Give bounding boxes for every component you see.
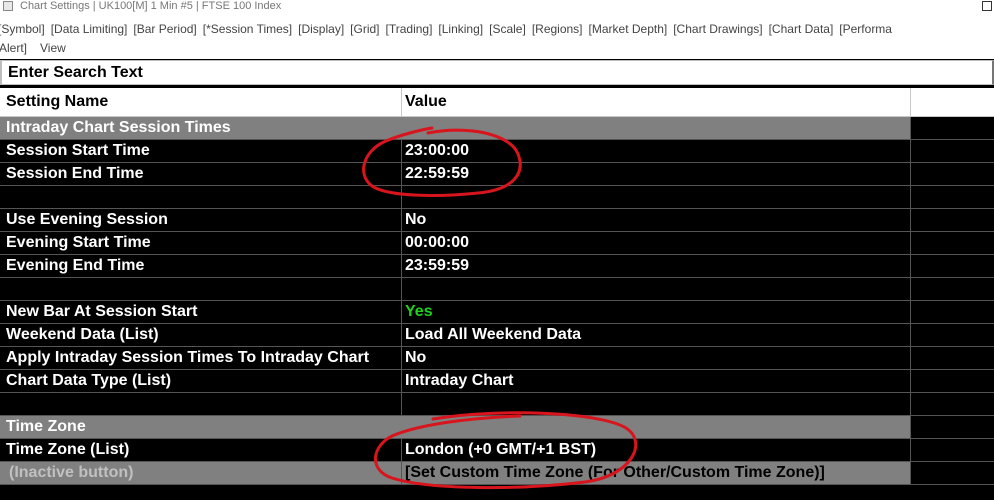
- row-spacer: [911, 278, 994, 301]
- setting-name: Time Zone (List): [0, 439, 402, 462]
- tab-bar-period[interactable]: [Bar Period]: [133, 19, 196, 39]
- table-row[interactable]: Evening Start Time 00:00:00: [0, 232, 994, 255]
- tab-data-limiting[interactable]: [Data Limiting]: [51, 19, 128, 39]
- blank-row: [0, 186, 994, 209]
- section-value: [402, 117, 911, 140]
- tab-alert[interactable]: Alert]: [0, 38, 27, 58]
- setting-value[interactable]: Load All Weekend Data: [402, 324, 911, 347]
- table-row[interactable]: Use Evening Session No: [0, 209, 994, 232]
- set-custom-time-zone-button[interactable]: [Set Custom Time Zone (For Other/Custom …: [402, 462, 911, 485]
- app-icon: [3, 1, 13, 11]
- settings-tab-bar: [Symbol] [Data Limiting] [Bar Period] [*Ses…: [0, 16, 994, 59]
- maximize-icon[interactable]: [982, 1, 992, 11]
- table-row[interactable]: Session End Time 22:59:59: [0, 163, 994, 186]
- setting-value[interactable]: 23:59:59: [402, 255, 911, 278]
- section-title: Time Zone: [0, 416, 402, 439]
- section-row: Intraday Chart Session Times: [0, 117, 994, 140]
- setting-value[interactable]: 22:59:59: [402, 163, 911, 186]
- column-header-setting-name[interactable]: Setting Name: [0, 88, 402, 117]
- setting-name: [0, 186, 402, 209]
- blank-row: [0, 393, 994, 416]
- row-spacer: [911, 209, 994, 232]
- tab-linking[interactable]: [Linking]: [438, 19, 483, 39]
- setting-value[interactable]: No: [402, 347, 911, 370]
- setting-name: Weekend Data (List): [0, 324, 402, 347]
- setting-name: New Bar At Session Start: [0, 301, 402, 324]
- row-spacer: [911, 324, 994, 347]
- row-spacer: [911, 416, 994, 439]
- tab-row-2: Alert] View: [0, 38, 79, 58]
- tab-session-times[interactable]: [*Session Times]: [203, 19, 292, 39]
- setting-name: Chart Data Type (List): [0, 370, 402, 393]
- tab-chart-drawings[interactable]: [Chart Drawings]: [673, 19, 762, 39]
- setting-value[interactable]: No: [402, 209, 911, 232]
- setting-value[interactable]: 00:00:00: [402, 232, 911, 255]
- row-spacer: [911, 393, 994, 416]
- tab-chart-data[interactable]: [Chart Data]: [769, 19, 834, 39]
- table-row[interactable]: Apply Intraday Session Times To Intraday…: [0, 347, 994, 370]
- section-row: Time Zone: [0, 416, 994, 439]
- setting-value[interactable]: London (+0 GMT/+1 BST): [402, 439, 911, 462]
- tab-market-depth[interactable]: [Market Depth]: [589, 19, 668, 39]
- tab-performance[interactable]: [Performa: [839, 19, 892, 39]
- table-row[interactable]: New Bar At Session Start Yes: [0, 301, 994, 324]
- setting-name: Apply Intraday Session Times To Intraday…: [0, 347, 402, 370]
- setting-value[interactable]: Yes: [402, 301, 911, 324]
- blank-row: [0, 278, 994, 301]
- section-title: Intraday Chart Session Times: [0, 117, 402, 140]
- tab-scale[interactable]: [Scale]: [489, 19, 526, 39]
- settings-grid: Setting Name Value Intraday Chart Sessio…: [0, 88, 994, 485]
- setting-value[interactable]: Intraday Chart: [402, 370, 911, 393]
- table-row[interactable]: Chart Data Type (List) Intraday Chart: [0, 370, 994, 393]
- inactive-button-row[interactable]: (Inactive button) [Set Custom Time Zone …: [0, 462, 994, 485]
- setting-name: Evening End Time: [0, 255, 402, 278]
- tab-grid[interactable]: [Grid]: [350, 19, 379, 39]
- search-input[interactable]: [0, 60, 994, 85]
- setting-name: [0, 278, 402, 301]
- setting-name: (Inactive button): [0, 462, 402, 485]
- tab-display[interactable]: [Display]: [298, 19, 344, 39]
- row-spacer: [911, 232, 994, 255]
- setting-name: Session End Time: [0, 163, 402, 186]
- table-row[interactable]: Session Start Time 23:00:00: [0, 140, 994, 163]
- row-spacer: [911, 347, 994, 370]
- section-value: [402, 416, 911, 439]
- tab-symbol[interactable]: [Symbol]: [0, 19, 45, 39]
- window-title-bar: Chart Settings | UK100[M] 1 Min #5 | FTS…: [0, 0, 994, 16]
- setting-name: Use Evening Session: [0, 209, 402, 232]
- setting-name: Session Start Time: [0, 140, 402, 163]
- tab-row-1: [Symbol] [Data Limiting] [Bar Period] [*Ses…: [0, 19, 898, 39]
- row-spacer: [911, 462, 994, 485]
- table-row[interactable]: Time Zone (List) London (+0 GMT/+1 BST): [0, 439, 994, 462]
- row-spacer: [911, 117, 994, 140]
- setting-name: [0, 393, 402, 416]
- setting-value: [402, 186, 911, 209]
- window-title: Chart Settings | UK100[M] 1 Min #5 | FTS…: [20, 0, 282, 12]
- setting-value[interactable]: 23:00:00: [402, 140, 911, 163]
- tab-trading[interactable]: [Trading]: [386, 19, 433, 39]
- row-spacer: [911, 301, 994, 324]
- column-header-spacer: [911, 88, 994, 117]
- row-spacer: [911, 140, 994, 163]
- setting-name: Evening Start Time: [0, 232, 402, 255]
- row-spacer: [911, 439, 994, 462]
- row-spacer: [911, 163, 994, 186]
- row-spacer: [911, 370, 994, 393]
- row-spacer: [911, 255, 994, 278]
- tab-regions[interactable]: [Regions]: [532, 19, 583, 39]
- setting-value: [402, 278, 911, 301]
- setting-value: [402, 393, 911, 416]
- table-row[interactable]: Weekend Data (List) Load All Weekend Dat…: [0, 324, 994, 347]
- grid-header: Setting Name Value: [0, 88, 994, 117]
- tab-view[interactable]: View: [40, 38, 66, 58]
- table-row[interactable]: Evening End Time 23:59:59: [0, 255, 994, 278]
- row-spacer: [911, 186, 994, 209]
- column-header-value[interactable]: Value: [402, 88, 911, 117]
